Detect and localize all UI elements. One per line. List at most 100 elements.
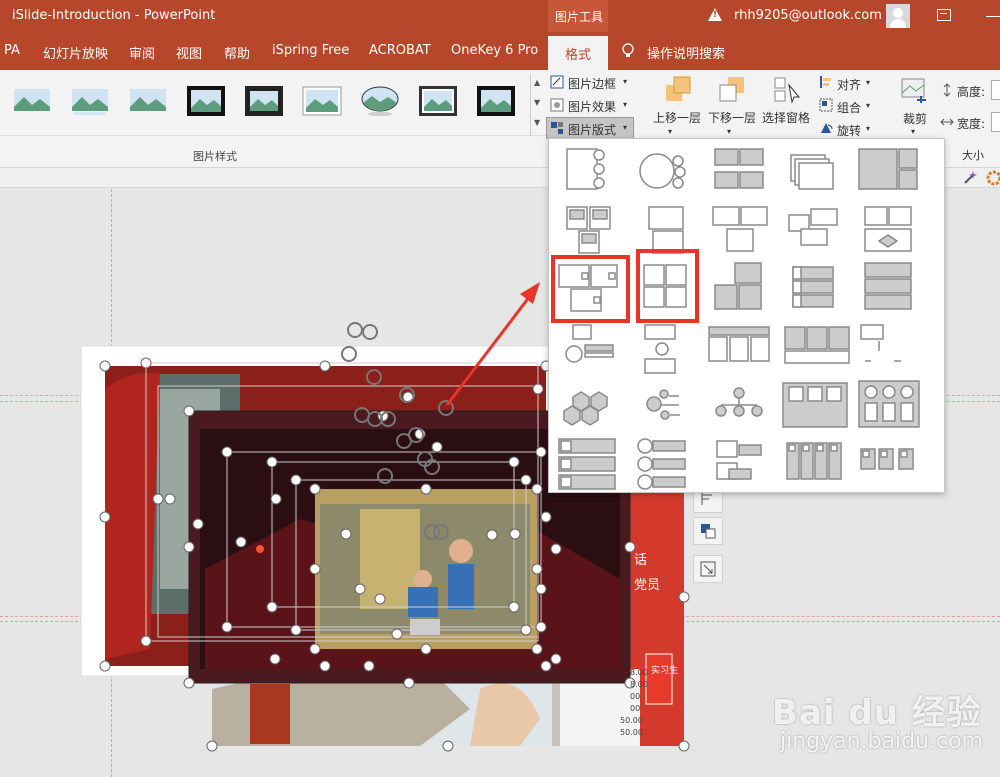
- title-bar: iSlide-Introduction - PowerPoint 图片工具 rh…: [0, 0, 1000, 32]
- layout-r5c4[interactable]: [782, 382, 848, 428]
- layout-r1c5[interactable]: [858, 148, 918, 190]
- style-thumb-3[interactable]: [128, 85, 168, 117]
- arrange-button[interactable]: [693, 517, 723, 545]
- layout-r5c5[interactable]: [858, 380, 920, 428]
- picture-border-button[interactable]: 图片边框: [568, 75, 616, 92]
- baidu-url: jingyan.baidu.com: [780, 729, 984, 754]
- tab-help[interactable]: 帮助: [224, 43, 250, 62]
- resize-icon: [700, 561, 716, 577]
- sign-text-3: 实习生: [651, 664, 678, 676]
- gallery-scroll[interactable]: ▲ ▼ ▼: [530, 74, 544, 136]
- window-title: iSlide-Introduction - PowerPoint: [12, 8, 216, 23]
- align-icon: [820, 76, 831, 88]
- rotate-button[interactable]: 旋转: [837, 122, 861, 139]
- layout-r4c1[interactable]: [565, 324, 614, 363]
- style-thumb-8[interactable]: [418, 85, 458, 117]
- crop-icon: [901, 78, 926, 103]
- picture-effects-icon: [550, 98, 564, 112]
- tab-pa[interactable]: PA: [4, 43, 20, 58]
- magic-wand-icon[interactable]: [962, 170, 978, 186]
- arrange-icon: [701, 524, 716, 539]
- tell-me-search[interactable]: 操作说明搜索: [647, 43, 725, 62]
- layout-r2c1[interactable]: [566, 206, 611, 254]
- highlight-box-2: [636, 249, 699, 323]
- style-thumb-6[interactable]: [302, 85, 342, 117]
- style-thumb-7[interactable]: [360, 85, 400, 117]
- layout-r6c4[interactable]: [786, 442, 842, 480]
- layout-r5c1[interactable]: [563, 391, 608, 426]
- picture-layout-button[interactable]: 图片版式: [568, 121, 616, 138]
- tab-format[interactable]: 格式: [548, 36, 608, 70]
- avatar[interactable]: [886, 4, 910, 28]
- align-button[interactable]: 对齐: [837, 76, 861, 93]
- layout-r5c3[interactable]: [715, 387, 763, 417]
- crop-button[interactable]: 裁剪: [903, 110, 927, 127]
- layout-r4c5[interactable]: [860, 324, 901, 362]
- resize-button[interactable]: [693, 555, 723, 583]
- picture-tools-contextual-label: 图片工具: [548, 0, 608, 32]
- style-thumb-9[interactable]: [476, 85, 516, 117]
- tab-acrobat[interactable]: ACROBAT: [369, 43, 431, 58]
- height-icon: [943, 83, 951, 97]
- style-thumb-2[interactable]: [70, 85, 110, 117]
- tab-ispring[interactable]: iSpring Free: [272, 43, 349, 58]
- group-label-picture-styles: 图片样式: [193, 150, 237, 163]
- width-input[interactable]: [991, 112, 1000, 132]
- width-label: 宽度:: [957, 117, 986, 131]
- picture-styles-gallery: [0, 70, 530, 140]
- bring-forward-button[interactable]: 上移一层: [653, 109, 701, 126]
- layout-r4c3[interactable]: [708, 326, 770, 362]
- layout-r2c3[interactable]: [712, 206, 768, 252]
- layout-r5c2[interactable]: [646, 389, 680, 420]
- selection-pane-button[interactable]: 选择窗格: [762, 109, 810, 126]
- layout-r3c3[interactable]: [714, 262, 762, 310]
- picture-border-icon: [550, 75, 564, 89]
- height-label: 高度:: [957, 85, 986, 99]
- layout-r2c4[interactable]: [788, 208, 838, 246]
- layout-r2c2[interactable]: [648, 206, 684, 254]
- tab-onekey[interactable]: OneKey 6 Pro: [451, 43, 538, 58]
- layout-r4c4[interactable]: [784, 326, 850, 364]
- sign-table-value: 50.00: [620, 716, 643, 725]
- width-icon: [940, 118, 954, 126]
- minimize-icon[interactable]: [986, 16, 1000, 17]
- picture-layout-dropdown: [548, 138, 945, 493]
- group-button[interactable]: 组合: [837, 99, 861, 116]
- tab-review[interactable]: 审阅: [129, 43, 155, 62]
- account-email[interactable]: rhh9205@outlook.com: [734, 8, 882, 23]
- lightbulb-icon: [622, 43, 634, 57]
- tab-view[interactable]: 视图: [176, 43, 202, 62]
- layout-r4c2[interactable]: [644, 324, 676, 374]
- sign-table-value: 00: [630, 704, 640, 713]
- layout-r6c5[interactable]: [860, 448, 914, 470]
- style-thumb-4[interactable]: [186, 85, 226, 117]
- tab-slideshow[interactable]: 幻灯片放映: [43, 43, 108, 62]
- warning-icon[interactable]: [708, 8, 722, 21]
- layout-r1c3[interactable]: [714, 148, 764, 189]
- sign-table-value: 8.00: [630, 680, 648, 689]
- ribbon-display-options-icon[interactable]: [937, 9, 951, 21]
- layout-r1c2[interactable]: [639, 153, 686, 189]
- group-icon: [819, 98, 833, 112]
- height-input[interactable]: [991, 80, 1000, 100]
- sign-text-2: 党员: [634, 578, 660, 593]
- baidu-logo: Bai du 经验: [772, 693, 982, 733]
- gear-icon[interactable]: [986, 170, 1000, 186]
- layout-r6c1[interactable]: [558, 438, 616, 490]
- layout-r6c2[interactable]: [637, 438, 686, 490]
- layout-r2c5[interactable]: [864, 206, 912, 252]
- send-backward-icon: [719, 77, 744, 102]
- send-backward-button[interactable]: 下移一层: [708, 109, 756, 126]
- layout-r1c4[interactable]: [790, 154, 834, 190]
- group-label-size: 大小: [962, 149, 984, 162]
- layout-r3c4[interactable]: [792, 266, 834, 308]
- ribbon-tab-row: PA 幻灯片放映 审阅 视图 帮助 iSpring Free ACROBAT O…: [0, 32, 1000, 70]
- style-thumb-1[interactable]: [12, 85, 52, 117]
- picture-effects-button[interactable]: 图片效果: [568, 98, 616, 115]
- layout-r6c3[interactable]: [716, 440, 762, 480]
- layout-r1c1[interactable]: [566, 148, 605, 190]
- rotate-icon: [821, 123, 833, 133]
- layout-r3c5[interactable]: [864, 262, 912, 310]
- style-thumb-5[interactable]: [244, 85, 284, 117]
- bring-forward-icon: [666, 76, 691, 101]
